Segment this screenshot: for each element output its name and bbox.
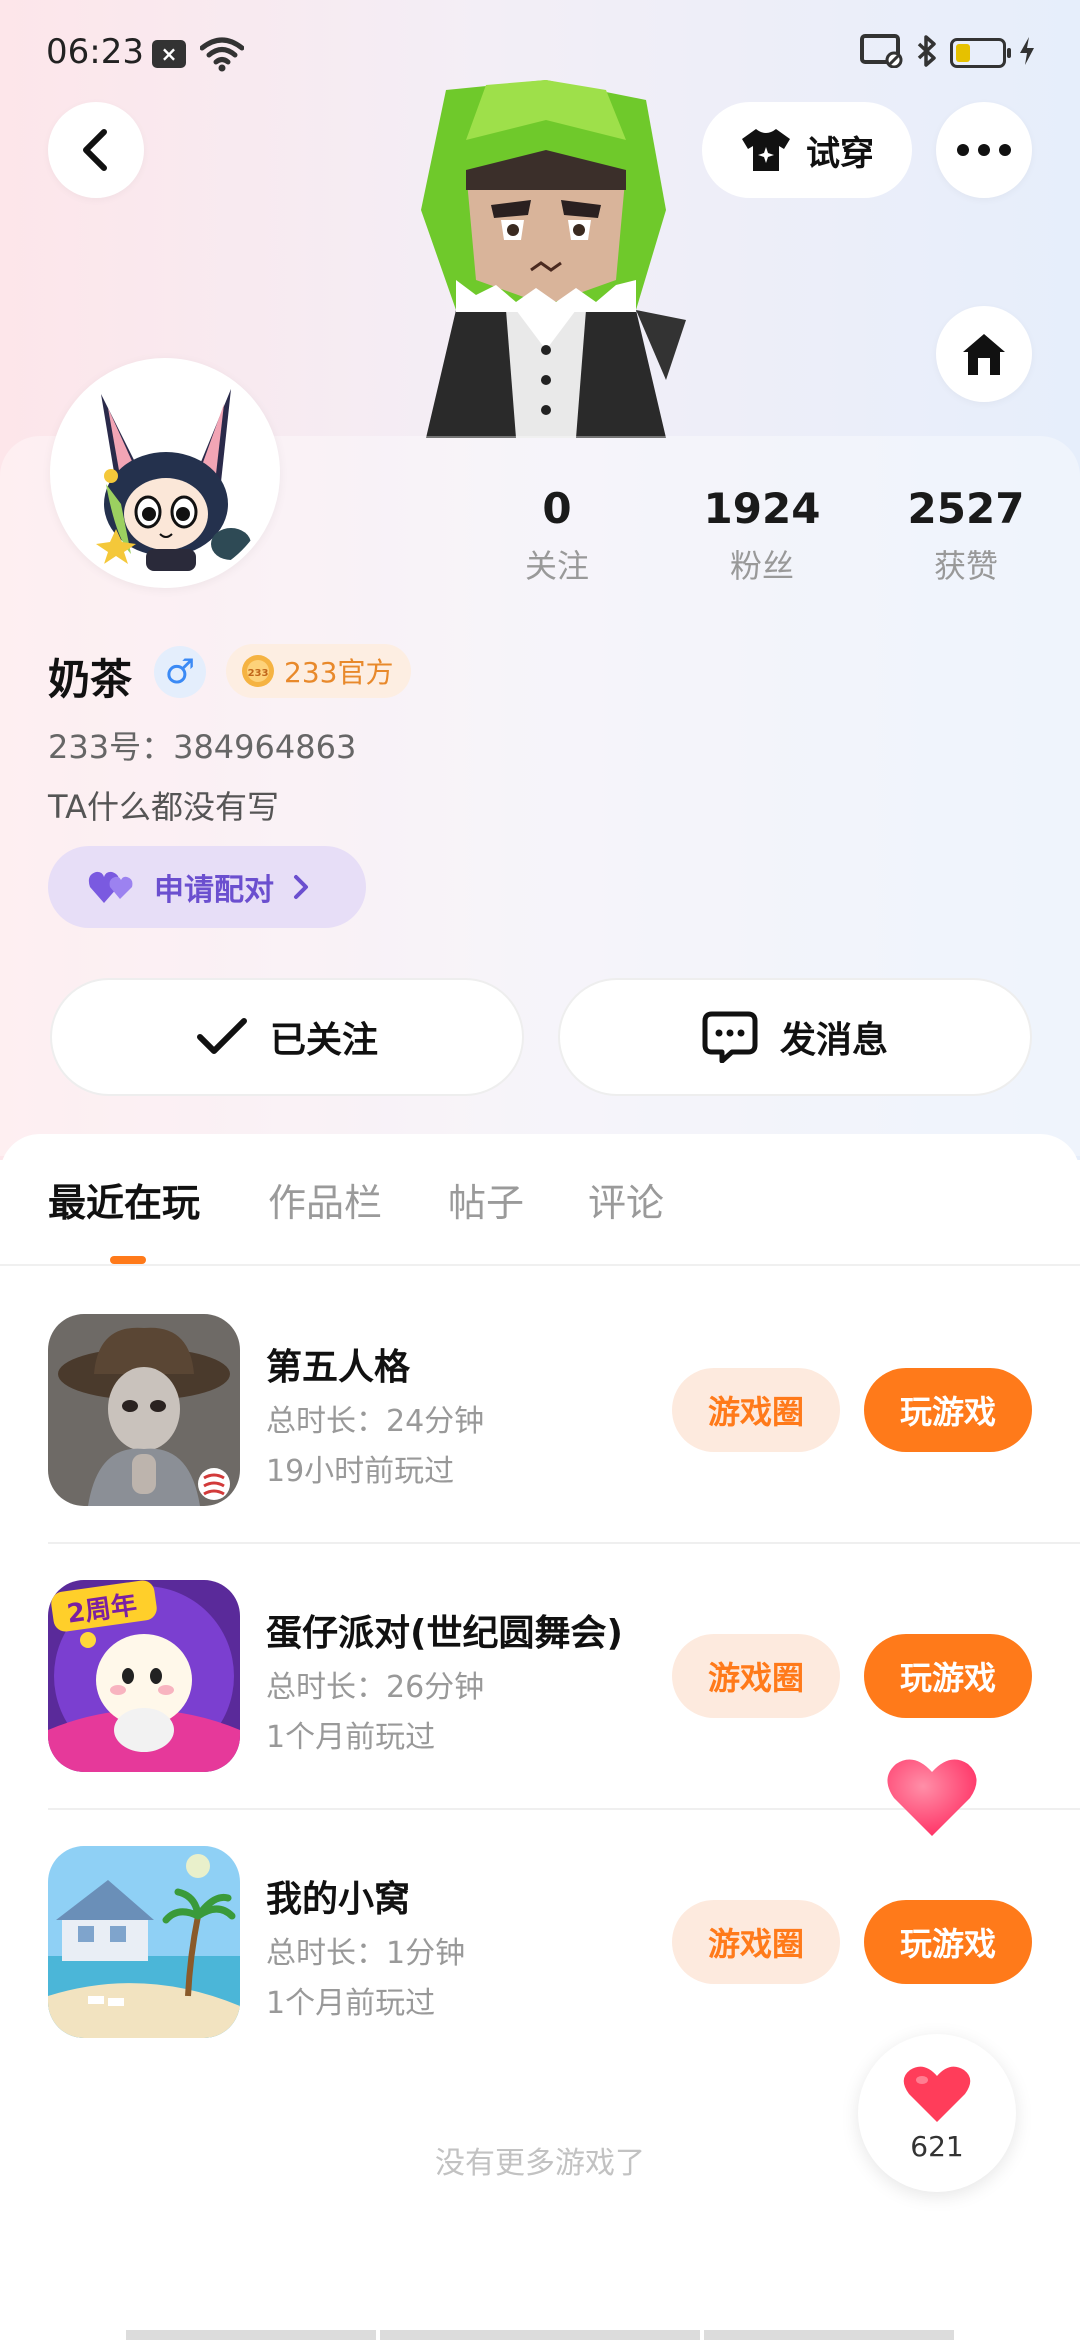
back-button[interactable] (48, 102, 144, 198)
try-on-label: 试穿 (806, 133, 874, 174)
game-circle-button[interactable]: 游戏圈 (672, 1634, 840, 1718)
pair-hearts-icon (88, 871, 133, 903)
tab-posts[interactable]: 帖子 (448, 1172, 524, 1227)
bluetooth-icon (916, 34, 938, 72)
like-button[interactable]: 621 (858, 2034, 1016, 2192)
game-icon-my-home[interactable] (48, 1846, 240, 2038)
check-icon (196, 1018, 247, 1054)
bottom-tab-segment (704, 2330, 954, 2340)
stat-label: 粉丝 (729, 547, 794, 585)
game-name: 第五人格 (266, 1347, 411, 1388)
tab-comments[interactable]: 评论 (588, 1172, 664, 1227)
play-game-button[interactable]: 玩游戏 (864, 1634, 1032, 1718)
male-icon: ♂ (154, 646, 206, 698)
home-icon (963, 334, 1005, 375)
like-count: 621 (910, 2129, 964, 2163)
stat-following[interactable]: 0 关注 (457, 484, 657, 587)
official-badge-label: 233官方 (284, 656, 394, 689)
game-icon-eggy-party[interactable]: 2周年 (48, 1580, 240, 1772)
following-button[interactable]: 已关注 (50, 978, 524, 1096)
user-id: 233号：384964863 (48, 728, 357, 766)
game-duration: 总时长：26分钟 (266, 1670, 485, 1705)
wifi-icon (199, 36, 245, 76)
more-icon (957, 144, 1011, 156)
stat-value: 0 (542, 484, 572, 533)
notification-icon: × (152, 40, 186, 68)
status-icons (860, 34, 1036, 72)
shirt-icon (742, 129, 790, 171)
chevron-left-icon (83, 129, 107, 171)
avatar-3d-figure[interactable] (396, 80, 696, 438)
home-button[interactable] (936, 306, 1032, 402)
stat-value: 1924 (703, 484, 821, 533)
bottom-tab-segment (380, 2330, 700, 2340)
try-on-button[interactable]: 试穿 (702, 102, 912, 198)
tab-indicator (110, 1256, 146, 1264)
game-icon-identity-v[interactable] (48, 1314, 240, 1506)
game-name: 我的小窝 (266, 1879, 411, 1920)
floating-heart-icon (886, 1756, 978, 1844)
official-badge[interactable]: 233 233官方 (226, 644, 412, 698)
request-pair-button[interactable]: 申请配对 (48, 846, 366, 928)
message-icon (702, 1011, 758, 1063)
charging-icon (1018, 36, 1036, 70)
pair-label: 申请配对 (154, 873, 274, 908)
send-message-button[interactable]: 发消息 (558, 978, 1032, 1096)
tab-works[interactable]: 作品栏 (268, 1172, 382, 1227)
username: 奶茶 (48, 655, 133, 704)
game-last-played: 1个月前玩过 (266, 1720, 436, 1755)
stat-value: 2527 (907, 484, 1025, 533)
cast-icon (860, 34, 904, 72)
game-last-played: 1个月前玩过 (266, 1986, 436, 2021)
divider (48, 1542, 1080, 1544)
battery-icon (950, 38, 1011, 68)
divider (0, 1264, 1080, 1266)
game-duration: 总时长：1分钟 (266, 1936, 466, 1971)
tab-bar: 最近在玩 作品栏 帖子 评论 (0, 1172, 1080, 1264)
stat-label: 获赞 (933, 547, 998, 585)
tab-recently-played[interactable]: 最近在玩 (48, 1172, 200, 1227)
message-label: 发消息 (779, 1020, 888, 1061)
game-row[interactable]: 第五人格 总时长：24分钟 19小时前玩过 游戏圈 玩游戏 (48, 1314, 1080, 1580)
following-label: 已关注 (269, 1020, 378, 1061)
game-circle-button[interactable]: 游戏圈 (672, 1900, 840, 1984)
heart-icon (903, 2066, 971, 2122)
stat-likes[interactable]: 2527 获赞 (866, 484, 1066, 587)
more-button[interactable] (936, 102, 1032, 198)
game-duration: 总时长：24分钟 (266, 1404, 485, 1439)
chevron-right-icon (294, 875, 308, 899)
stat-followers[interactable]: 1924 粉丝 (662, 484, 862, 587)
game-name: 蛋仔派对(世纪圆舞会) (266, 1613, 623, 1654)
avatar[interactable] (50, 358, 280, 588)
user-bio: TA什么都没有写 (48, 788, 279, 826)
official-crown-icon: 233 (242, 655, 274, 687)
play-game-button[interactable]: 玩游戏 (864, 1368, 1032, 1452)
play-game-button[interactable]: 玩游戏 (864, 1900, 1032, 1984)
status-time: 06:23 (46, 32, 144, 72)
bottom-tab-segment (126, 2330, 376, 2340)
game-last-played: 19小时前玩过 (266, 1454, 455, 1489)
svg-text:233: 233 (248, 668, 269, 679)
stat-label: 关注 (524, 547, 589, 585)
game-circle-button[interactable]: 游戏圈 (672, 1368, 840, 1452)
